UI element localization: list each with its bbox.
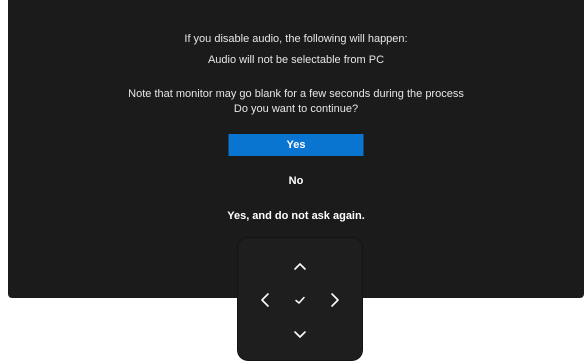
yes-option[interactable]: Yes xyxy=(228,134,364,156)
dialog-note-line: Note that monitor may go blank for a few… xyxy=(128,88,464,100)
dialog-question: Do you want to continue? xyxy=(233,103,359,115)
chevron-right-icon[interactable] xyxy=(325,290,345,310)
chevron-down-icon[interactable] xyxy=(290,325,310,345)
dialog-message-line-2: Audio will not be selectable from PC xyxy=(207,54,385,66)
no-option[interactable]: No xyxy=(289,170,304,192)
yes-do-not-ask-again-option[interactable]: Yes, and do not ask again. xyxy=(227,205,365,227)
dialog-message-line-1: If you disable audio, the following will… xyxy=(184,33,408,45)
chevron-up-icon[interactable] xyxy=(290,256,310,276)
joystick-navigation-pad xyxy=(238,238,362,360)
chevron-left-icon[interactable] xyxy=(255,290,275,310)
check-icon[interactable] xyxy=(290,290,310,310)
